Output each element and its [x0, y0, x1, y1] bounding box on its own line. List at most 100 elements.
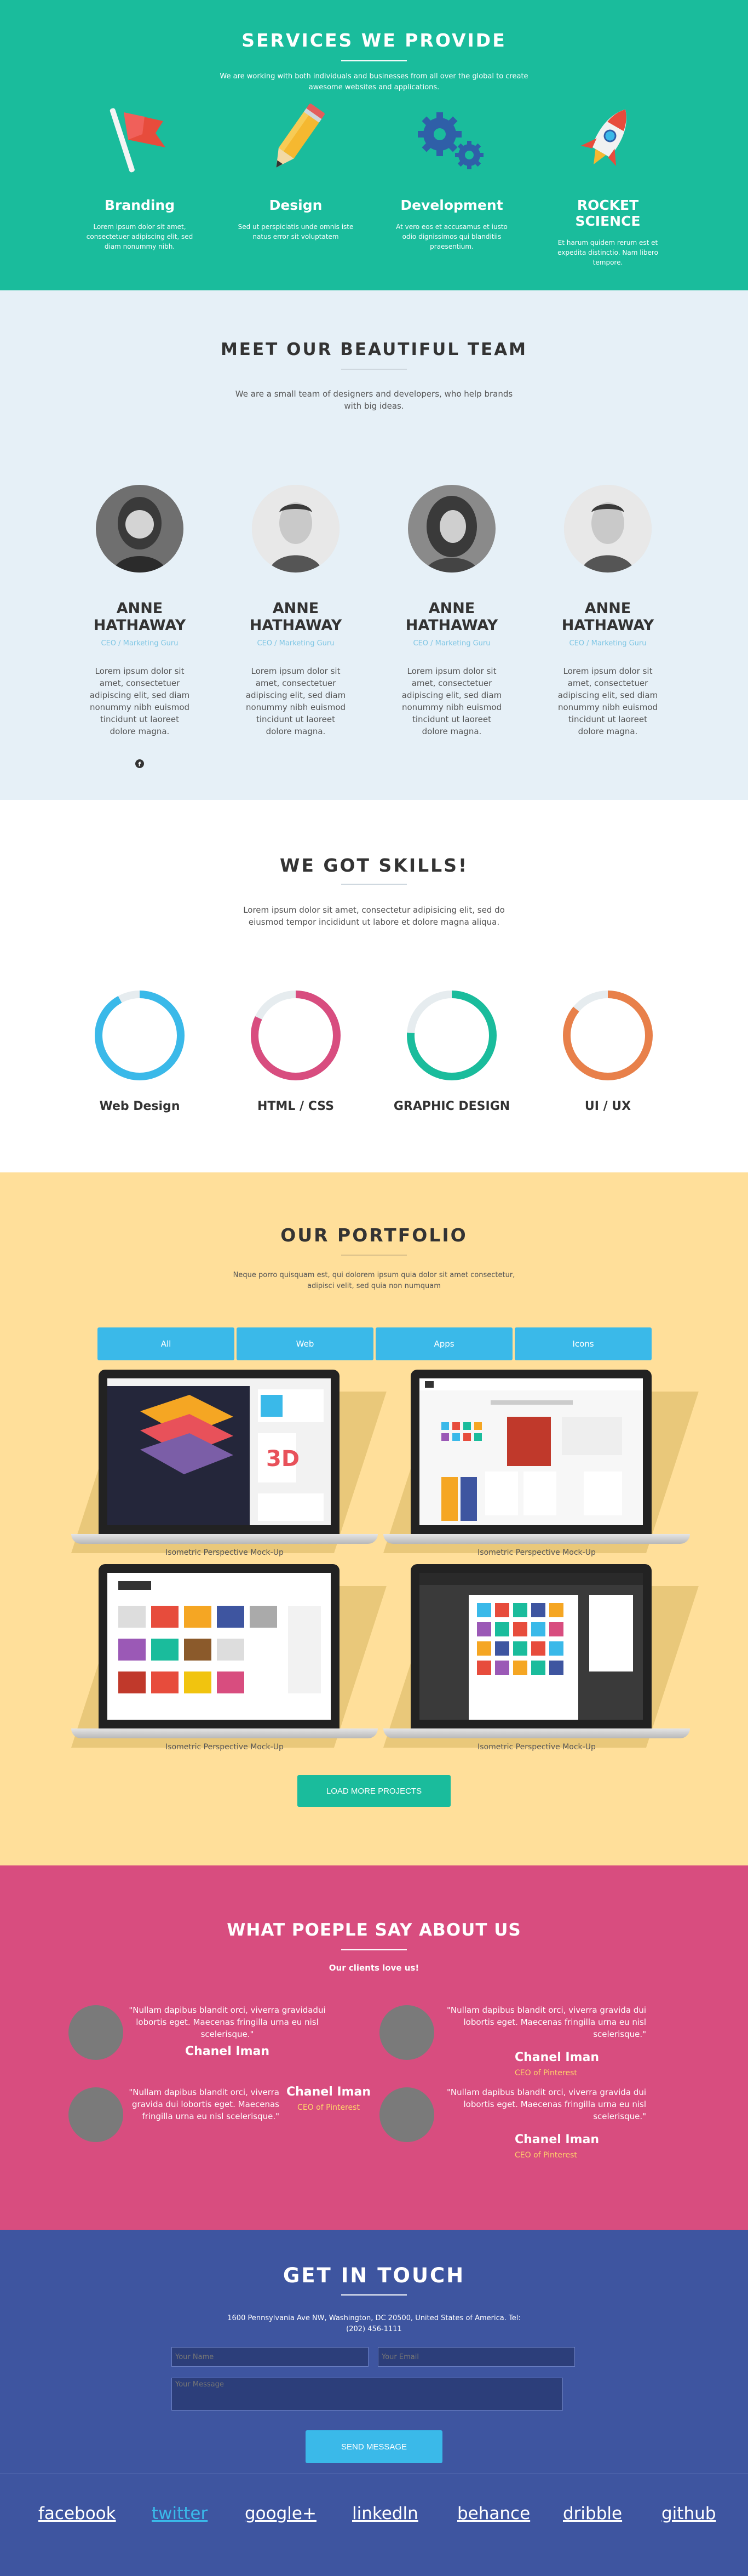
portfolio-title: OUR PORTFOLIO — [280, 1224, 468, 1246]
testimonial-quote: "Nullam dapibus blandit orci, viverra gr… — [446, 2005, 646, 2039]
services-title: SERVICES WE PROVIDE — [241, 30, 507, 51]
send-message-button[interactable]: SEND MESSAGE — [306, 2430, 442, 2463]
flag-icon — [74, 99, 205, 181]
social-link-google-plus[interactable]: google+ — [245, 2504, 317, 2523]
filter-web-button[interactable]: Web — [237, 1327, 373, 1360]
laptop-screen: 3D — [99, 1370, 340, 1534]
portfolio-item[interactable] — [71, 1564, 387, 1750]
testimonial-author: Chanel Iman CEO of Pinterest — [515, 2052, 602, 2079]
name-field[interactable] — [171, 2347, 369, 2367]
contact-section: GET IN TOUCH 1600 Pennsylvania Ave NW, W… — [0, 2230, 748, 2576]
icons-thumbnail — [419, 1573, 643, 1720]
service-branding: Branding Lorem ipsum dolor sit amet, con… — [74, 99, 205, 251]
portfolio-divider — [341, 1255, 407, 1256]
facebook-icon[interactable]: f — [71, 759, 208, 770]
skill-progress-ring — [563, 991, 653, 1080]
contact-divider — [341, 2294, 407, 2295]
email-field[interactable] — [378, 2347, 575, 2367]
svg-text:3D: 3D — [266, 1446, 300, 1472]
service-text: Lorem ipsum dolor sit amet, consectetuer… — [86, 223, 193, 250]
testimonial-quote: "Nullam dapibus blandit orci, viverra gr… — [446, 2087, 646, 2121]
service-text: Et harum quidem rerum est et expedita di… — [557, 239, 658, 266]
website-grid-thumbnail — [107, 1573, 331, 1720]
skill-label: GRAPHIC DESIGN — [393, 1100, 510, 1113]
portfolio-caption: Isometric Perspective Mock-Up — [477, 1743, 596, 1751]
skill-item: UI / UX — [539, 989, 676, 1113]
testimonials-section: WHAT POEPLE SAY ABOUT US Our clients lov… — [0, 1865, 748, 2230]
avatar — [379, 2005, 434, 2060]
filter-apps-button[interactable]: Apps — [376, 1327, 513, 1360]
service-development: Development At vero eos et accusamus et … — [386, 99, 517, 251]
portfolio-section: OUR PORTFOLIO Neque porro quisquam est, … — [0, 1172, 748, 1865]
member-name: ANNE HATHAWAY — [249, 600, 342, 634]
skill-label: UI / UX — [584, 1100, 631, 1113]
service-title: Branding — [104, 197, 175, 213]
team-member: ANNE HATHAWAY CEO / Marketing Guru Lorem… — [539, 485, 676, 737]
member-bio: Lorem ipsum dolor sit amet, consectetuer… — [245, 666, 346, 736]
flat-ui-elements-thumbnail — [419, 1378, 643, 1525]
message-field[interactable] — [171, 2378, 563, 2411]
skills-intro: Lorem ipsum dolor sit amet, consectetur … — [243, 905, 505, 927]
member-role: CEO / Marketing Guru — [257, 639, 335, 648]
testimonial: "Nullam dapibus blandit orci, viverra gr… — [438, 2004, 646, 2040]
social-link-linkedin[interactable]: linkedln — [352, 2504, 418, 2523]
testimonial-author: Chanel Iman CEO of Pinterest — [285, 2086, 372, 2114]
member-bio: Lorem ipsum dolor sit amet, consectetuer… — [557, 666, 658, 736]
member-name: ANNE HATHAWAY — [93, 600, 186, 634]
skills-section: WE GOT SKILLS! Lorem ipsum dolor sit ame… — [0, 800, 748, 1172]
member-role: CEO / Marketing Guru — [413, 639, 491, 648]
service-text: Sed ut perspiciatis unde omnis iste natu… — [238, 223, 354, 241]
skill-progress-ring — [407, 991, 497, 1080]
social-link-github[interactable]: github — [661, 2504, 716, 2523]
filter-icons-button[interactable]: Icons — [515, 1327, 652, 1360]
filter-all-button[interactable]: All — [97, 1327, 234, 1360]
laptop-screen — [411, 1370, 652, 1534]
testimonial-position: CEO of Pinterest — [515, 2151, 577, 2160]
service-design: Design Sed ut perspiciatis unde omnis is… — [230, 99, 361, 242]
service-text: At vero eos et accusamus et iusto odio d… — [396, 223, 508, 250]
laptop-screen — [99, 1564, 340, 1728]
skill-item: Web Design — [71, 989, 208, 1113]
service-rocket-science: ROCKET SCIENCE Et harum quidem rerum est… — [542, 99, 674, 267]
team-intro: We are a small team of designers and dev… — [235, 389, 513, 411]
skills-title: WE GOT SKILLS! — [279, 855, 469, 876]
service-title: ROCKET SCIENCE — [575, 197, 641, 229]
portfolio-item[interactable]: 3D — [71, 1370, 387, 1556]
testimonial-position: CEO of Pinterest — [297, 2103, 360, 2112]
social-link-dribbble[interactable]: dribble — [563, 2504, 622, 2523]
service-title: Design — [269, 197, 323, 213]
testimonials-subtitle: Our clients love us! — [329, 1963, 419, 1973]
svg-text:f: f — [139, 761, 141, 768]
testimonial-name: Chanel Iman — [185, 2045, 270, 2058]
social-link-twitter[interactable]: twitter — [152, 2504, 208, 2523]
portfolio-item[interactable] — [383, 1370, 699, 1556]
rocket-icon — [542, 99, 674, 181]
load-more-button[interactable]: LOAD MORE PROJECTS — [297, 1775, 451, 1807]
portfolio-item[interactable] — [383, 1564, 699, 1750]
services-divider — [341, 60, 407, 61]
avatar — [564, 485, 652, 573]
testimonials-title: WHAT POEPLE SAY ABOUT US — [227, 1920, 521, 1940]
social-link-behance[interactable]: behance — [457, 2504, 530, 2523]
member-role: CEO / Marketing Guru — [569, 639, 647, 648]
member-name: ANNE HATHAWAY — [405, 600, 498, 634]
skill-progress-ring — [251, 991, 341, 1080]
pencil-icon — [230, 99, 361, 181]
testimonial-position: CEO of Pinterest — [515, 2069, 577, 2077]
team-member: ANNE HATHAWAY CEO / Marketing Guru Lorem… — [383, 485, 520, 737]
skill-progress-ring — [95, 991, 185, 1080]
team-member: ANNE HATHAWAY CEO / Marketing Guru Lorem… — [71, 485, 208, 770]
social-link-facebook[interactable]: facebook — [38, 2504, 116, 2523]
services-section: SERVICES WE PROVIDE We are working with … — [0, 0, 748, 290]
service-title: Development — [400, 197, 503, 213]
team-title: MEET OUR BEAUTIFUL TEAM — [220, 340, 528, 359]
laptop-screen — [411, 1564, 652, 1728]
portfolio-caption: Isometric Perspective Mock-Up — [165, 1743, 284, 1751]
skill-item: HTML / CSS — [227, 989, 364, 1113]
portfolio-intro: Neque porro quisquam est, qui dolorem ip… — [233, 1271, 515, 1290]
avatar — [379, 2087, 434, 2142]
testimonial: "Nullam dapibus blandit orci, viverra gr… — [120, 2004, 334, 2058]
avatar — [408, 485, 496, 573]
avatar — [68, 2005, 123, 2060]
team-divider — [341, 369, 407, 370]
